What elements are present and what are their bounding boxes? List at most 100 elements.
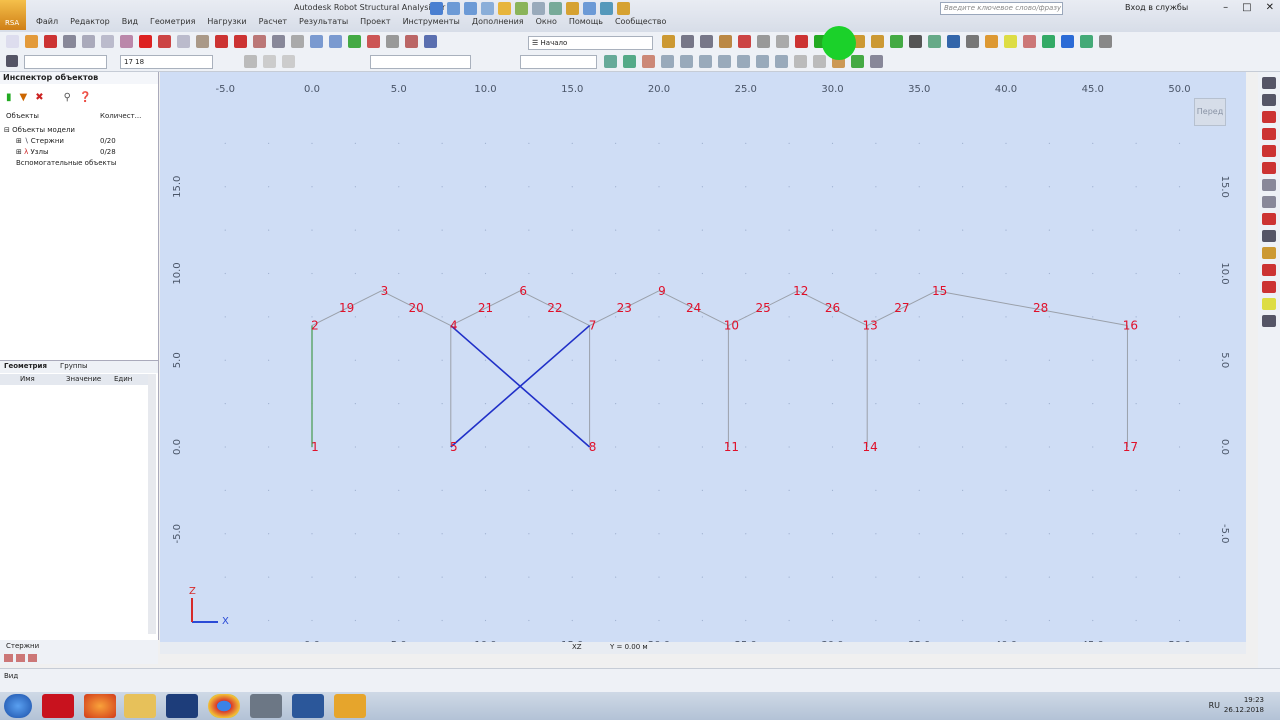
- inspector-scrollbar[interactable]: [148, 374, 156, 634]
- coord-readout[interactable]: Y = 0.00 м: [610, 643, 648, 651]
- report-icon[interactable]: [28, 654, 37, 662]
- steel-tool-icon[interactable]: [1262, 281, 1276, 293]
- clock[interactable]: 19:23 26.12.2018: [1224, 695, 1264, 715]
- list-icon[interactable]: [4, 654, 13, 662]
- menu-tools[interactable]: Инструменты: [403, 17, 460, 29]
- structure-icon[interactable]: [1080, 35, 1093, 48]
- model-viewport[interactable]: -5.00.00.05.05.010.010.015.015.020.020.0…: [160, 72, 1246, 654]
- 3d-view-icon[interactable]: [604, 55, 617, 68]
- note-icon[interactable]: [1004, 35, 1017, 48]
- dimension-icon[interactable]: [966, 35, 979, 48]
- print-preview-icon[interactable]: [82, 35, 95, 48]
- tab-bars[interactable]: Стержни: [6, 642, 39, 650]
- paste-icon[interactable]: [120, 35, 133, 48]
- application-menu-button[interactable]: RSA: [0, 0, 26, 30]
- folder-icon[interactable]: [498, 2, 511, 15]
- layout-icon[interactable]: [464, 2, 477, 15]
- gear-icon[interactable]: [386, 35, 399, 48]
- design-tool-icon[interactable]: [1262, 264, 1276, 276]
- loads-tool-icon[interactable]: [1262, 213, 1276, 225]
- tools-icon[interactable]: [515, 2, 528, 15]
- zoom-prev-icon[interactable]: [718, 55, 731, 68]
- bar-icon[interactable]: [700, 35, 713, 48]
- zoom-in-icon[interactable]: [737, 55, 750, 68]
- section-icon[interactable]: [738, 35, 751, 48]
- table-icon[interactable]: [16, 654, 25, 662]
- zoom-all-icon[interactable]: [680, 55, 693, 68]
- lock-icon[interactable]: [291, 35, 304, 48]
- delete-icon[interactable]: [139, 35, 152, 48]
- menu-design[interactable]: Проект: [360, 17, 390, 29]
- menu-results[interactable]: Результаты: [299, 17, 348, 29]
- cables-tool-icon[interactable]: [1262, 196, 1276, 208]
- plane-label[interactable]: XZ: [572, 643, 582, 651]
- paste2-icon[interactable]: [196, 35, 209, 48]
- measure-icon[interactable]: [367, 35, 380, 48]
- close-window-icon[interactable]: [617, 2, 630, 15]
- nodes-tool-icon[interactable]: [1262, 77, 1276, 89]
- tile-icon[interactable]: [600, 2, 613, 15]
- load-icon[interactable]: [890, 35, 903, 48]
- menu-file[interactable]: Файл: [36, 17, 58, 29]
- sign-in-link[interactable]: Вход в службы: [1125, 3, 1188, 12]
- bars-tool-icon[interactable]: [1262, 94, 1276, 106]
- chrome-icon[interactable]: [208, 694, 240, 718]
- table-icon[interactable]: [253, 35, 266, 48]
- layout-combo[interactable]: ☰ Начало: [528, 36, 653, 50]
- offsets-tool-icon[interactable]: [1262, 179, 1276, 191]
- open-icon[interactable]: [25, 35, 38, 48]
- terminal-icon[interactable]: [166, 694, 198, 718]
- start-button[interactable]: [4, 694, 32, 718]
- zoom-window-icon[interactable]: [661, 55, 674, 68]
- tab-groups[interactable]: Группы: [60, 362, 88, 370]
- menu-geometry[interactable]: Геометрия: [150, 17, 195, 29]
- offset-icon[interactable]: [776, 35, 789, 48]
- orbit-icon[interactable]: [813, 55, 826, 68]
- layout-icon[interactable]: [424, 35, 437, 48]
- settings-icon[interactable]: [566, 2, 579, 15]
- redo-icon[interactable]: [234, 35, 247, 48]
- sections-tool-icon[interactable]: [1262, 128, 1276, 140]
- firefox-icon[interactable]: [84, 694, 116, 718]
- case-combo-2[interactable]: [520, 55, 597, 69]
- pin-icon[interactable]: [430, 2, 443, 15]
- language-indicator[interactable]: RU: [1209, 701, 1220, 710]
- selection-input[interactable]: 17 18: [120, 55, 213, 69]
- tab-geometry[interactable]: Геометрия: [4, 362, 47, 370]
- snap-settings-icon[interactable]: [851, 55, 864, 68]
- menu-edit[interactable]: Редактор: [70, 17, 110, 29]
- menu-window[interactable]: Окно: [536, 17, 557, 29]
- materials-tool-icon[interactable]: [1262, 145, 1276, 157]
- help-icon[interactable]: [1061, 35, 1074, 48]
- supports-tool-icon[interactable]: [1262, 111, 1276, 123]
- pan-icon[interactable]: [642, 55, 655, 68]
- results-tool-icon[interactable]: [1262, 247, 1276, 259]
- menu-addins[interactable]: Дополнения: [472, 17, 524, 29]
- menu-loads[interactable]: Нагрузки: [207, 17, 246, 29]
- rc-tool-icon[interactable]: [1262, 315, 1276, 327]
- release-icon[interactable]: [795, 35, 808, 48]
- calc-icon[interactable]: [947, 35, 960, 48]
- report-icon[interactable]: [1023, 35, 1036, 48]
- undo-icon[interactable]: [215, 35, 228, 48]
- menu-view[interactable]: Вид: [122, 17, 138, 29]
- tree-item-bars[interactable]: ⊞ ∖ Стержни 0/20: [4, 136, 116, 147]
- pencil-icon[interactable]: [662, 35, 675, 48]
- print-icon[interactable]: [63, 35, 76, 48]
- user-icon[interactable]: [549, 2, 562, 15]
- menu-community[interactable]: Сообщество: [615, 17, 666, 29]
- menu-help[interactable]: Помощь: [569, 17, 603, 29]
- cut-icon[interactable]: [158, 35, 171, 48]
- mesh-icon[interactable]: [928, 35, 941, 48]
- new-icon[interactable]: [6, 35, 19, 48]
- delete-icon[interactable]: ✖: [35, 92, 43, 103]
- copy-icon[interactable]: [101, 35, 114, 48]
- zoom-icon[interactable]: [310, 35, 323, 48]
- select-icon[interactable]: [348, 35, 361, 48]
- structure-drawing[interactable]: -5.00.00.05.05.010.010.015.015.020.020.0…: [160, 72, 1246, 654]
- selection-filter-combo[interactable]: [24, 55, 107, 69]
- edit-icon[interactable]: [1042, 35, 1055, 48]
- grid-icon[interactable]: [272, 35, 285, 48]
- export-icon[interactable]: [583, 2, 596, 15]
- selection-icon[interactable]: [6, 55, 18, 67]
